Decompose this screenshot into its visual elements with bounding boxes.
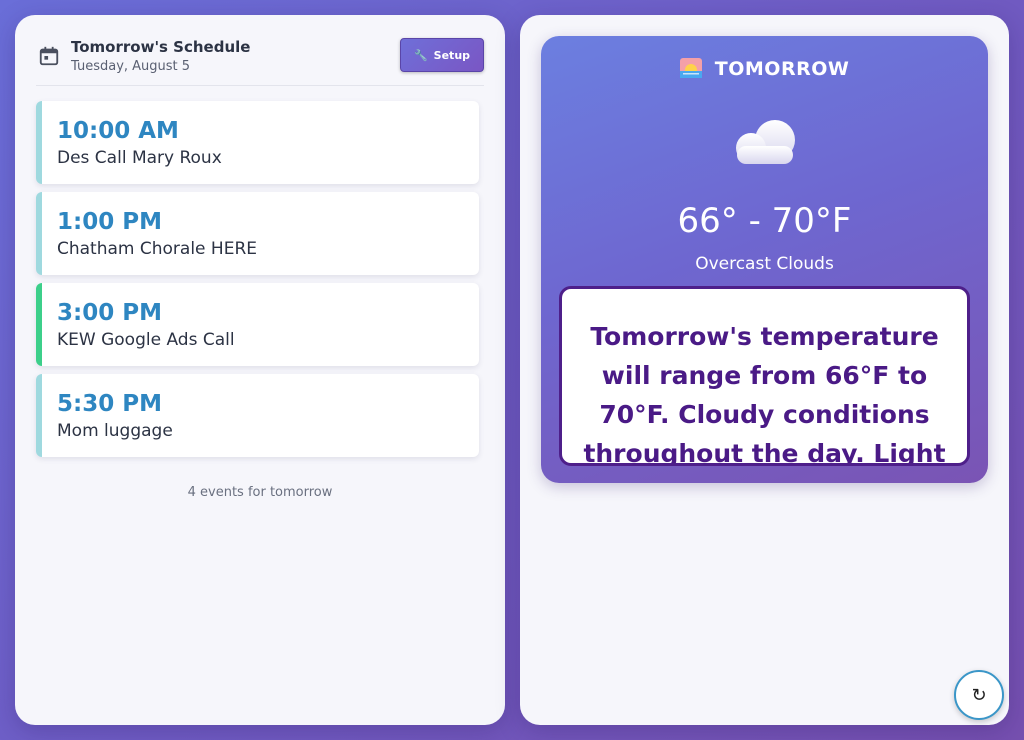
event-list: 10:00 AM Des Call Mary Roux 1:00 PM Chat… <box>36 101 479 465</box>
setup-button[interactable]: 🔧 Setup <box>400 38 484 72</box>
sunrise-icon <box>679 58 702 78</box>
event-title: Chatham Chorale HERE <box>57 239 257 259</box>
event-card[interactable]: 3:00 PM KEW Google Ads Call <box>36 283 479 366</box>
event-title: Mom luggage <box>57 421 173 441</box>
schedule-panel: Tomorrow's Schedule Tuesday, August 5 🔧 … <box>15 15 505 725</box>
cloud-icon <box>736 120 795 164</box>
refresh-icon: ↻ <box>971 684 987 706</box>
weather-header: TOMORROW <box>541 58 988 80</box>
weather-panel: TOMORROW 66° - 70°F Overcast Clouds Tomo… <box>520 15 1009 725</box>
event-title: Des Call Mary Roux <box>57 148 222 168</box>
schedule-header: Tomorrow's Schedule Tuesday, August 5 🔧 … <box>36 38 484 86</box>
event-time: 3:00 PM <box>57 300 162 326</box>
weather-card: TOMORROW 66° - 70°F Overcast Clouds Tomo… <box>541 36 988 483</box>
event-time: 5:30 PM <box>57 391 162 417</box>
schedule-title: Tomorrow's Schedule <box>71 38 251 56</box>
temperature-range: 66° - 70°F <box>677 201 852 241</box>
event-time: 10:00 AM <box>57 118 179 144</box>
setup-button-label: Setup <box>433 48 471 62</box>
refresh-button[interactable]: ↻ <box>954 670 1004 720</box>
event-title: KEW Google Ads Call <box>57 330 235 350</box>
weather-summary-box: Tomorrow's temperature will range from 6… <box>559 286 970 466</box>
event-card[interactable]: 1:00 PM Chatham Chorale HERE <box>36 192 479 275</box>
event-card[interactable]: 5:30 PM Mom luggage <box>36 374 479 457</box>
weather-condition: Overcast Clouds <box>695 254 834 274</box>
event-card[interactable]: 10:00 AM Des Call Mary Roux <box>36 101 479 184</box>
schedule-date: Tuesday, August 5 <box>71 59 191 74</box>
weather-summary-text: Tomorrow's temperature will range from 6… <box>583 322 946 466</box>
event-time: 1:00 PM <box>57 209 162 235</box>
wrench-icon: 🔧 <box>413 48 428 62</box>
events-count: 4 events for tomorrow <box>187 485 333 500</box>
calendar-icon <box>39 46 59 66</box>
weather-header-label: TOMORROW <box>714 58 850 80</box>
